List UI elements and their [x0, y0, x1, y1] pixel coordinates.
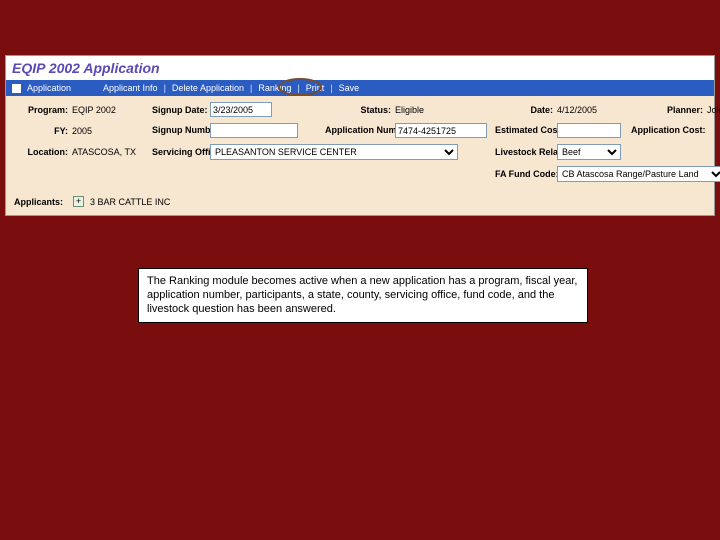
status-label: Status:: [325, 105, 395, 115]
app-number-label: Application Number:: [325, 126, 395, 135]
menu-application[interactable]: Application: [27, 83, 71, 93]
est-cost-field: [557, 123, 631, 138]
applicants-value: 3 BAR CATTLE INC: [90, 197, 170, 207]
servicing-office-label: Servicing Office:: [152, 148, 210, 157]
app-window: EQIP 2002 Application Application Applic…: [5, 55, 715, 216]
menu-separator: |: [330, 83, 332, 93]
servicing-office-field: PLEASANTON SERVICE CENTER: [210, 144, 495, 160]
menu-ranking[interactable]: Ranking: [258, 83, 291, 93]
location-value: ATASCOSA, TX: [72, 147, 152, 157]
signup-date-field: [210, 102, 325, 117]
expand-icon[interactable]: +: [73, 196, 84, 207]
caption-box: The Ranking module becomes active when a…: [138, 268, 588, 323]
app-cost-label: Application Cost:: [631, 126, 707, 135]
menu-icon: [12, 84, 21, 93]
signup-date-input[interactable]: [210, 102, 272, 117]
menu-separator: |: [164, 83, 166, 93]
location-label: Location:: [14, 147, 72, 157]
signup-number-label: Signup Number:: [152, 126, 210, 135]
livestock-label: Livestock Related:: [495, 148, 557, 157]
app-number-field: [395, 123, 495, 138]
livestock-select[interactable]: Beef: [557, 144, 621, 160]
status-value: Eligible: [395, 105, 495, 115]
signup-number-input[interactable]: [210, 123, 298, 138]
date-label: Date:: [495, 105, 557, 115]
servicing-office-select[interactable]: PLEASANTON SERVICE CENTER: [210, 144, 458, 160]
menu-bar: Application Applicant Info | Delete Appl…: [6, 80, 714, 96]
menu-print[interactable]: Print: [306, 83, 325, 93]
signup-date-label: Signup Date:: [152, 105, 210, 115]
form-body: Program: EQIP 2002 Signup Date: Status: …: [6, 96, 714, 192]
menu-separator: |: [297, 83, 299, 93]
applicants-label: Applicants:: [14, 197, 67, 207]
program-value: EQIP 2002: [72, 105, 152, 115]
menu-save[interactable]: Save: [339, 83, 360, 93]
menu-applicant-info[interactable]: Applicant Info: [103, 83, 158, 93]
menu-separator: |: [250, 83, 252, 93]
fy-label: FY:: [14, 126, 72, 136]
fund-code-field: CB Atascosa Range/Pasture Land: [557, 166, 720, 182]
fy-value: 2005: [72, 126, 152, 136]
fund-code-select[interactable]: CB Atascosa Range/Pasture Land: [557, 166, 720, 182]
livestock-field: Beef: [557, 144, 631, 160]
date-value: 4/12/2005: [557, 105, 631, 115]
app-title: EQIP 2002 Application: [6, 56, 714, 80]
program-label: Program:: [14, 105, 72, 115]
planner-value: Jolene Smith: [707, 105, 720, 115]
planner-label: Planner:: [631, 105, 707, 115]
menu-delete-application[interactable]: Delete Application: [172, 83, 244, 93]
signup-number-field: [210, 123, 325, 138]
caption-text: The Ranking module becomes active when a…: [147, 275, 577, 315]
applicants-row: Applicants: + 3 BAR CATTLE INC: [6, 192, 714, 215]
app-number-input[interactable]: [395, 123, 487, 138]
est-cost-input[interactable]: [557, 123, 621, 138]
fund-code-label: FA Fund Code:: [495, 170, 557, 179]
est-cost-label: Estimated Cost:: [495, 126, 557, 135]
